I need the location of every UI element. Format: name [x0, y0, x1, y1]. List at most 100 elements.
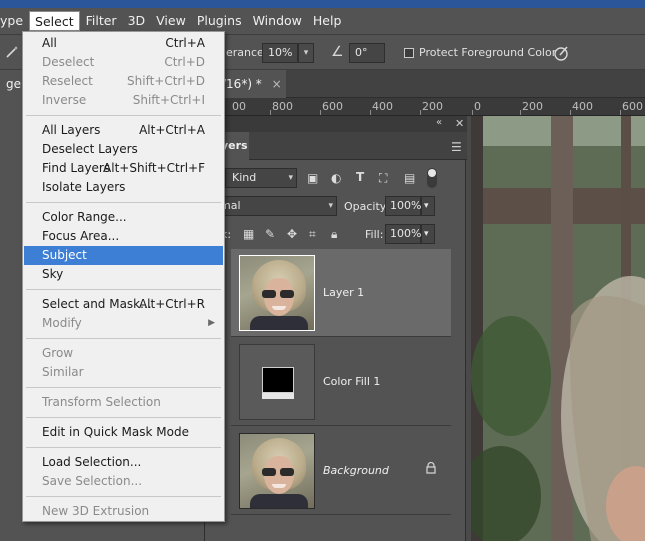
menu-separator	[26, 289, 221, 290]
menu-item-label: Similar	[42, 365, 84, 379]
ruler-label: 800	[272, 100, 293, 113]
lock-transparent-icon[interactable]: ▦	[243, 227, 254, 241]
layer-thumbnail[interactable]	[239, 433, 315, 509]
menu-3d[interactable]: 3D	[123, 11, 151, 31]
menu-item-save-selection[interactable]: Save Selection...	[24, 472, 223, 491]
opacity-dropdown[interactable]: ▾	[421, 196, 435, 216]
menu-item-label: Transform Selection	[42, 395, 161, 409]
lock-position-icon[interactable]: ✥	[287, 227, 297, 241]
layer-name[interactable]: Color Fill 1	[323, 375, 380, 388]
magic-wand-tool-icon[interactable]	[4, 44, 20, 60]
menu-select[interactable]: Select	[29, 11, 80, 31]
menu-item-label: Reselect	[42, 74, 93, 88]
filter-kind-select[interactable]: Kind ▾	[225, 168, 297, 188]
select-menu-dropdown: All Ctrl+A Deselect Ctrl+D Reselect Shift+C…	[22, 31, 225, 522]
menu-item-quick-mask[interactable]: Edit in Quick Mask Mode	[24, 423, 223, 442]
document-tab-active[interactable]: /16*) * ×	[218, 70, 286, 98]
submenu-arrow-icon: ▶	[208, 318, 215, 328]
horizontal-ruler: 00 800 600 400 200 0 200 400 600	[204, 98, 645, 116]
menu-item-color-range[interactable]: Color Range...	[24, 208, 223, 227]
menu-item-label: Deselect	[42, 55, 95, 69]
menu-item-find-layers[interactable]: Find Layers Alt+Shift+Ctrl+F	[24, 159, 223, 178]
panel-tab-row: yers ☰	[205, 132, 467, 160]
fill-dropdown[interactable]: ▾	[421, 224, 435, 244]
pixel-filter-icon[interactable]: ▣	[307, 171, 318, 185]
lock-icon[interactable]	[425, 462, 437, 474]
lock-image-icon[interactable]: ✎	[265, 227, 275, 241]
menu-item-label: Edit in Quick Mask Mode	[42, 425, 189, 439]
layer-row-background[interactable]: Background	[231, 427, 451, 515]
menu-item-all[interactable]: All Ctrl+A	[24, 34, 223, 53]
menu-item-sky[interactable]: Sky	[24, 265, 223, 284]
ruler-label: 400	[572, 100, 593, 113]
menu-item-similar[interactable]: Similar	[24, 363, 223, 382]
shortcut-label: Alt+Shift+Ctrl+F	[103, 161, 205, 175]
close-panel-icon[interactable]: ✕	[455, 117, 464, 130]
smart-object-filter-icon[interactable]: ▤	[404, 171, 415, 185]
menu-item-inverse[interactable]: Inverse Shift+Ctrl+I	[24, 91, 223, 110]
menu-item-select-and-mask[interactable]: Select and Mask... Alt+Ctrl+R	[24, 295, 223, 314]
menu-item-label: Find Layers	[42, 161, 111, 175]
opacity-field[interactable]: 100%	[385, 196, 421, 216]
menu-item-transform-selection[interactable]: Transform Selection	[24, 393, 223, 412]
menu-separator	[26, 417, 221, 418]
fill-field[interactable]: 100%	[385, 224, 421, 244]
menu-item-reselect[interactable]: Reselect Shift+Ctrl+D	[24, 72, 223, 91]
lock-artboard-icon[interactable]: ⌗	[309, 227, 316, 241]
tolerance-field[interactable]: 10%	[262, 43, 298, 63]
filter-kind-value: Kind	[232, 171, 257, 184]
menu-item-load-selection[interactable]: Load Selection...	[24, 453, 223, 472]
tolerance-dropdown[interactable]: ▾	[298, 43, 314, 63]
collapse-panel-icon[interactable]: «	[436, 117, 442, 128]
menu-item-all-layers[interactable]: All Layers Alt+Ctrl+A	[24, 121, 223, 140]
filter-toggle-switch[interactable]	[427, 168, 437, 188]
layer-row-color-fill-1[interactable]: Color Fill 1	[231, 338, 451, 426]
close-tab-icon[interactable]: ×	[272, 77, 282, 91]
menu-help[interactable]: Help	[308, 11, 347, 31]
layer-row-layer-1[interactable]: Layer 1	[231, 249, 451, 337]
angle-icon: ∠	[331, 44, 344, 60]
menu-item-grow[interactable]: Grow	[24, 344, 223, 363]
shape-filter-icon[interactable]: ⛶	[379, 171, 387, 185]
lock-all-icon[interactable]: 🔒︎	[331, 227, 337, 241]
menu-item-label: Save Selection...	[42, 474, 143, 488]
type-filter-icon[interactable]: T	[356, 170, 364, 184]
menu-plugins[interactable]: Plugins	[192, 11, 247, 31]
menu-filter[interactable]: Filter	[81, 11, 122, 31]
menu-item-label: All Layers	[42, 123, 101, 137]
panel-menu-icon[interactable]: ☰	[451, 140, 462, 154]
menu-item-new-3d-extrusion[interactable]: New 3D Extrusion	[24, 502, 223, 521]
menu-separator	[26, 338, 221, 339]
menu-item-modify[interactable]: Modify ▶	[24, 314, 223, 333]
ruler-label: 200	[422, 100, 443, 113]
shortcut-label: Alt+Ctrl+A	[139, 123, 205, 137]
shortcut-label: Ctrl+A	[165, 36, 205, 50]
menu-item-label: Grow	[42, 346, 74, 360]
adjustment-filter-icon[interactable]: ◐	[331, 171, 341, 185]
layer-name[interactable]: Background	[323, 464, 389, 477]
document-canvas-photo[interactable]	[471, 116, 645, 541]
menu-item-label: Select and Mask...	[42, 297, 152, 311]
menu-item-label: Inverse	[42, 93, 87, 107]
menu-item-deselect-layers[interactable]: Deselect Layers	[24, 140, 223, 159]
fill-label: Fill:	[365, 228, 384, 241]
protect-foreground-label: Protect Foreground Color	[419, 46, 557, 59]
angle-field[interactable]: 0°	[349, 43, 385, 63]
panel-header: « ✕	[205, 116, 467, 132]
menu-item-focus-area[interactable]: Focus Area...	[24, 227, 223, 246]
menu-window[interactable]: Window	[248, 11, 307, 31]
menu-type[interactable]: ype	[0, 11, 28, 31]
menu-item-label: Color Range...	[42, 210, 127, 224]
layer-thumbnail[interactable]	[239, 255, 315, 331]
menu-item-isolate-layers[interactable]: Isolate Layers	[24, 178, 223, 197]
brush-pressure-icon[interactable]	[552, 44, 570, 62]
layer-name[interactable]: Layer 1	[323, 286, 364, 299]
menu-item-subject[interactable]: Subject	[24, 246, 223, 265]
opacity-label: Opacity:	[344, 200, 390, 213]
protect-foreground-checkbox[interactable]	[404, 48, 414, 58]
menu-item-deselect[interactable]: Deselect Ctrl+D	[24, 53, 223, 72]
menu-item-label: Deselect Layers	[42, 142, 138, 156]
menu-item-label: All	[42, 36, 57, 50]
color-fill-thumbnail[interactable]	[239, 344, 315, 420]
menu-view[interactable]: View	[151, 11, 191, 31]
